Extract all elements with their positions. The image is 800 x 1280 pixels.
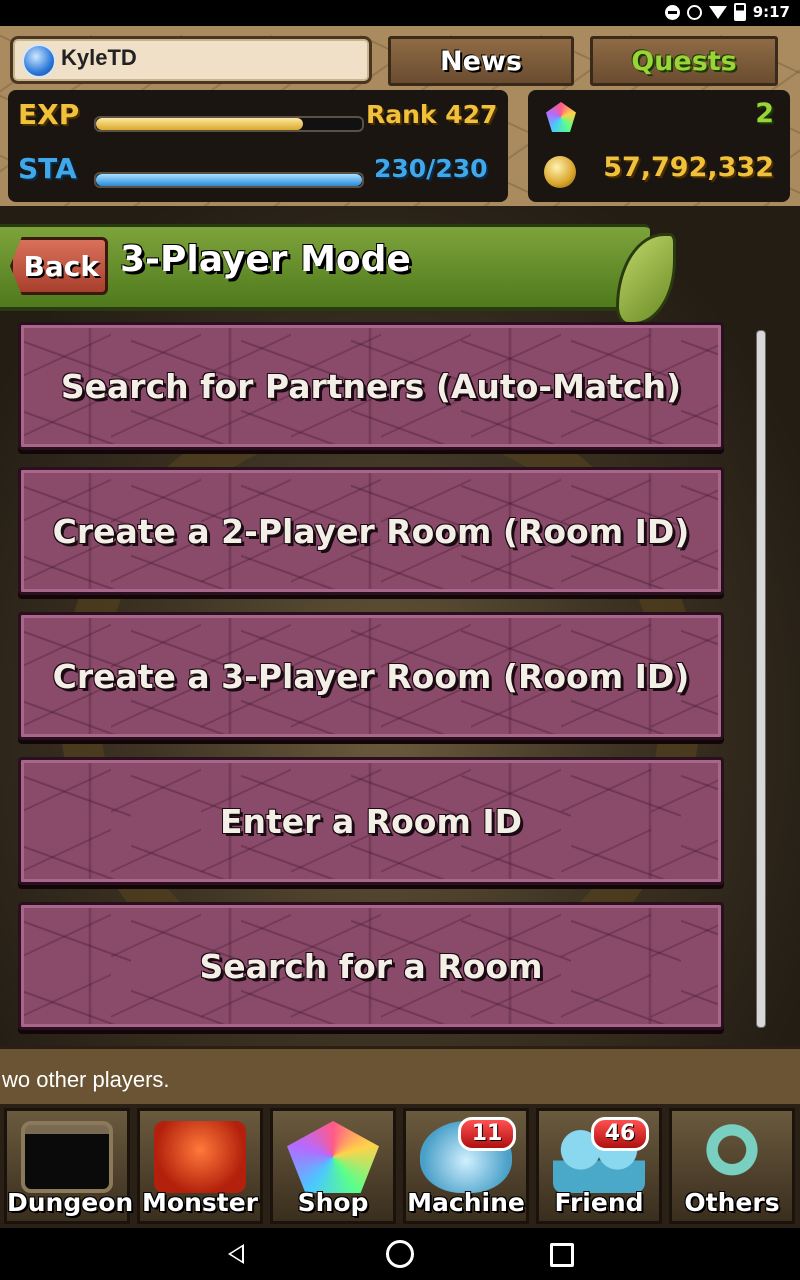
stamina-bar-fill [96,174,362,186]
menu-button-label: Search for Partners (Auto-Match) [60,366,682,406]
exp-sta-panel: EXP Rank 427 STA 230/230 [8,90,508,202]
magic-stone-count: 2 [755,98,774,129]
dungeon-icon [21,1121,113,1193]
enter-room-id-button[interactable]: Enter a Room ID [18,757,724,885]
stamina-value: 230/230 [374,154,488,183]
leaf-ornament-icon [616,233,676,325]
friend-badge: 46 [591,1117,649,1151]
nav-others[interactable]: Others [669,1108,795,1224]
do-not-disturb-icon [664,4,680,20]
rank-value: Rank 427 [366,100,498,129]
status-icons: 9:17 [664,3,790,21]
wifi-icon [708,5,727,19]
nav-label: Others [684,1188,780,1217]
main-area: Back 3-Player Mode Search for Partners (… [0,206,800,1046]
nav-label: Shop [297,1188,369,1217]
back-button[interactable]: Back [10,237,108,295]
home-circle-icon[interactable] [386,1240,414,1268]
system-navigation-bar [0,1228,800,1280]
create-2-player-room-button[interactable]: Create a 2-Player Room (Room ID) [18,467,724,595]
question-mark-icon [686,1121,778,1193]
description-text: wo other players. [2,1067,170,1092]
exp-bar-fill [96,118,304,130]
nav-monster[interactable]: Monster [137,1108,263,1224]
currency-panel: 2 57,792,332 [528,90,790,202]
magic-stone-icon [546,102,576,132]
alarm-icon [686,4,702,20]
exp-label: EXP [18,98,80,131]
recents-square-icon[interactable] [550,1243,574,1267]
news-button[interactable]: News [388,36,574,86]
search-partners-button[interactable]: Search for Partners (Auto-Match) [18,322,724,450]
back-triangle-icon[interactable] [224,1240,252,1268]
player-name: KyleTD [61,45,137,70]
player-name-field[interactable]: KyleTD [10,36,372,84]
nav-dungeon[interactable]: Dungeon [4,1108,134,1224]
bottom-menu: Dungeon Monster Shop 11 Machine 46 Frien… [0,1104,800,1228]
player-header: KyleTD News Quests EXP Rank 427 STA 230/… [0,26,800,206]
title-bar: Back 3-Player Mode [0,224,676,325]
menu-button-label: Enter a Room ID [219,801,522,841]
create-3-player-room-button[interactable]: Create a 3-Player Room (Room ID) [18,612,724,740]
coin-icon [544,156,576,188]
menu-button-label: Search for a Room [199,946,543,986]
battery-icon [733,3,746,21]
status-time: 9:17 [752,3,790,21]
nav-label: Monster [142,1188,258,1217]
machine-badge: 11 [458,1117,516,1151]
monster-icon [154,1121,246,1193]
exp-bar [94,116,364,132]
description-bar: wo other players. [0,1046,800,1107]
status-bar: 9:17 [0,0,800,26]
quests-button[interactable]: Quests [590,36,778,86]
stamina-bar [94,172,364,188]
scrollbar[interactable] [756,330,766,1028]
player-avatar-icon [22,44,56,78]
nav-shop[interactable]: Shop [270,1108,396,1224]
nav-label: Machine [407,1188,525,1217]
coin-count: 57,792,332 [603,152,774,183]
nav-machine[interactable]: 11 Machine [403,1108,529,1224]
nav-label: Friend [554,1188,644,1217]
page-title: 3-Player Mode [120,239,411,280]
search-for-room-button[interactable]: Search for a Room [18,902,724,1030]
shop-gem-icon [287,1121,379,1193]
menu-button-label: Create a 2-Player Room (Room ID) [52,511,690,551]
sta-label: STA [18,152,77,185]
menu-button-label: Create a 3-Player Room (Room ID) [52,656,690,696]
nav-label: Dungeon [7,1188,134,1217]
nav-friend[interactable]: 46 Friend [536,1108,662,1224]
